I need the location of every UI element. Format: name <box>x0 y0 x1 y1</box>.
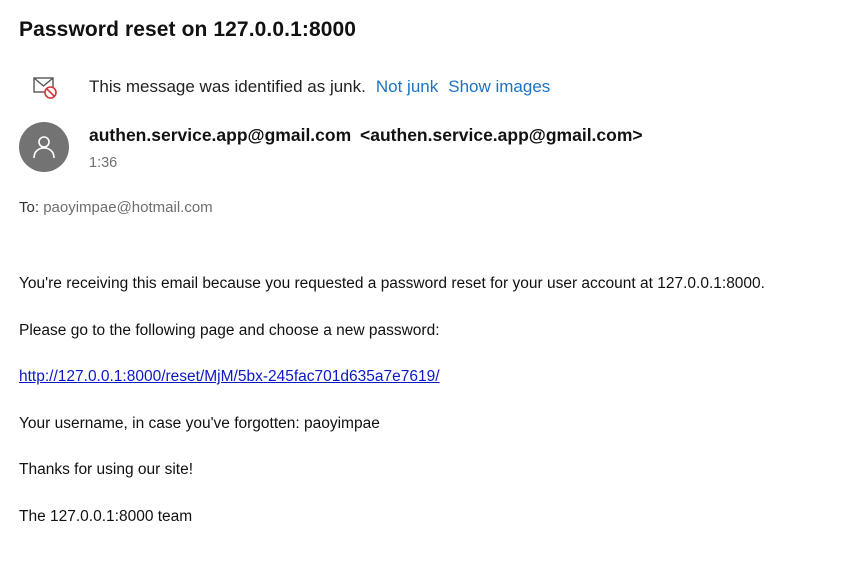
show-images-link[interactable]: Show images <box>448 77 550 97</box>
sender-address[interactable]: <authen.service.app@gmail.com> <box>360 125 643 145</box>
sender-name[interactable]: authen.service.app@gmail.com <box>89 125 351 145</box>
sender-line: authen.service.app@gmail.com <authen.ser… <box>89 125 643 146</box>
body-paragraph-instruction: Please go to the following page and choo… <box>19 321 440 339</box>
body-paragraph-thanks: Thanks for using our site! <box>19 461 194 478</box>
sent-time: 1:36 <box>89 155 118 171</box>
to-label: To: <box>19 199 40 216</box>
body-paragraph-signature: The 127.0.0.1:8000 team <box>19 507 193 525</box>
body-paragraph-intro: You're receiving this email because you … <box>19 275 765 292</box>
not-junk-link[interactable]: Not junk <box>376 77 438 97</box>
junk-notice-bar: This message was identified as junk. Not… <box>31 73 560 101</box>
recipient-address[interactable]: paoyimpae@hotmail.com <box>43 199 212 216</box>
body-paragraph-username: Your username, in case you've forgotten:… <box>19 414 380 432</box>
sender-block: authen.service.app@gmail.com <authen.ser… <box>19 122 643 172</box>
person-icon <box>33 136 55 159</box>
email-subject: Password reset on 127.0.0.1:8000 <box>19 18 357 41</box>
junk-mail-icon <box>31 73 59 101</box>
recipient-line: To: paoyimpae@hotmail.com <box>19 199 213 216</box>
junk-message: This message was identified as junk. <box>89 77 366 96</box>
email-body: You're receiving this email because you … <box>19 273 849 552</box>
reset-link-paragraph: http://127.0.0.1:8000/reset/MjM/5bx-245f… <box>19 366 849 387</box>
sender-info: authen.service.app@gmail.com <authen.ser… <box>89 125 643 171</box>
email-reading-pane: Password reset on 127.0.0.1:8000 This me… <box>0 0 858 579</box>
avatar[interactable] <box>19 122 69 172</box>
reset-link[interactable]: http://127.0.0.1:8000/reset/MjM/5bx-245f… <box>19 368 440 385</box>
